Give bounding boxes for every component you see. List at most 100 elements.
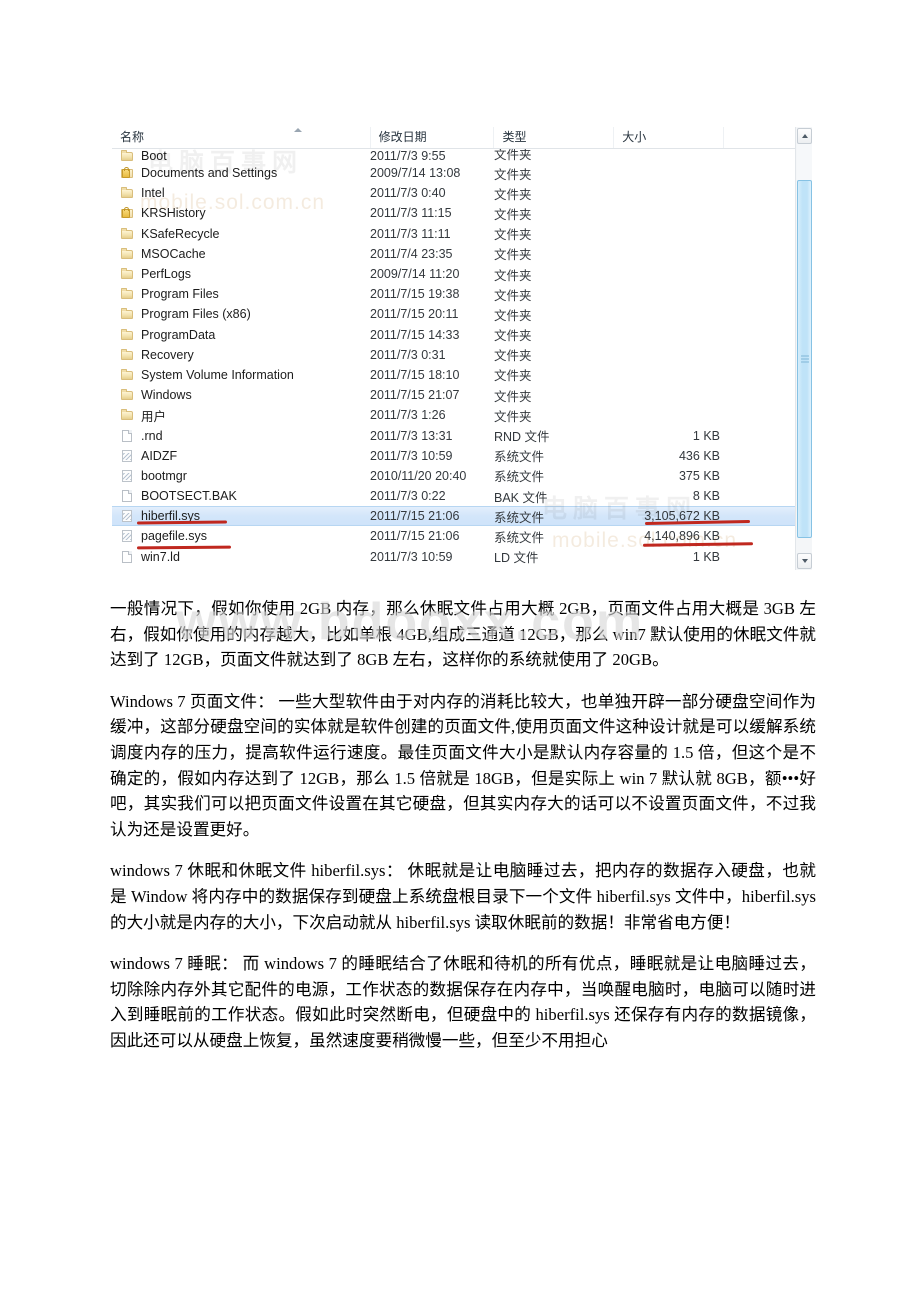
file-date-label: 2011/7/15 18:10 bbox=[370, 367, 460, 382]
folder-icon bbox=[120, 348, 135, 362]
file-date-label: 2011/7/3 0:40 bbox=[370, 186, 446, 201]
column-header-date[interactable]: 修改日期 bbox=[369, 127, 494, 148]
file-type-label: 文件夹 bbox=[494, 248, 532, 263]
file-date-label: 2011/7/3 0:22 bbox=[370, 489, 446, 504]
file-row-name-cell: pagefile.sys bbox=[112, 529, 370, 543]
file-row-name-cell: Program Files (x86) bbox=[112, 307, 370, 321]
file-row-name-cell: Documents and Settings bbox=[112, 166, 370, 180]
file-explorer-window: 电脑百事网 mobile.sol.com.cn 电脑百事网 mobile.sol… bbox=[112, 127, 812, 570]
lock-icon bbox=[124, 207, 129, 212]
paragraph: windows 7 睡眠： 而 windows 7 的睡眠结合了休眠和待机的所有… bbox=[110, 954, 816, 1050]
file-row[interactable]: Windows 2011/7/15 21:07 文件夹 bbox=[112, 385, 812, 405]
column-header-name-label: 名称 bbox=[120, 130, 145, 144]
file-name-label: BOOTSECT.BAK bbox=[141, 489, 237, 504]
scroll-down-button[interactable] bbox=[797, 553, 812, 569]
file-name-label: AIDZF bbox=[141, 448, 178, 463]
file-name-label: ProgramData bbox=[141, 327, 216, 342]
file-row[interactable]: bootmgr 2010/11/20 20:40 系统文件 375 KB bbox=[112, 466, 812, 486]
file-date-label: 2011/7/15 20:11 bbox=[370, 307, 459, 322]
file-date-label: 2009/7/14 13:08 bbox=[370, 166, 461, 181]
file-row[interactable]: Documents and Settings 2009/7/14 13:08 文件夹 bbox=[112, 163, 812, 183]
folder-icon bbox=[120, 227, 135, 241]
column-header-name[interactable]: 名称 bbox=[112, 127, 370, 148]
file-name-label: Recovery bbox=[141, 347, 194, 362]
file-row[interactable]: Program Files (x86) 2011/7/15 20:11 文件夹 bbox=[112, 304, 812, 324]
file-row-name-cell: Recovery bbox=[112, 348, 370, 362]
file-name-label: KRSHistory bbox=[141, 206, 206, 221]
file-date-label: 2010/11/20 20:40 bbox=[370, 468, 467, 483]
file-type-label: 系统文件 bbox=[494, 530, 545, 545]
file-row[interactable]: System Volume Information 2011/7/15 18:10… bbox=[112, 365, 812, 385]
system-file-icon bbox=[120, 509, 135, 523]
file-type-label: 系统文件 bbox=[494, 470, 545, 485]
file-row[interactable]: 用户 2011/7/3 1:26 文件夹 bbox=[112, 405, 812, 425]
file-name-label: Program Files (x86) bbox=[141, 307, 251, 322]
file-row-name-cell: win7.ld bbox=[112, 550, 370, 564]
file-name-label: bootmgr bbox=[141, 468, 187, 483]
file-row[interactable]: AIDZF 2011/7/3 10:59 系统文件 436 KB bbox=[112, 446, 812, 466]
file-row[interactable]: Boot 2011/7/3 9:55 文件夹 bbox=[112, 149, 812, 163]
scrollbar-track-top[interactable] bbox=[797, 144, 812, 180]
file-size-label: 375 KB bbox=[678, 468, 720, 483]
file-row-name-cell: bootmgr bbox=[112, 469, 370, 483]
scrollbar-grip-icon bbox=[801, 355, 809, 363]
file-row[interactable]: KSafeRecycle 2011/7/3 11:11 文件夹 bbox=[112, 224, 812, 244]
file-name-label: Program Files bbox=[141, 287, 219, 302]
file-row[interactable]: MSOCache 2011/7/4 23:35 文件夹 bbox=[112, 244, 812, 264]
file-name-label: pagefile.sys bbox=[141, 529, 208, 544]
file-row-name-cell: KSafeRecycle bbox=[112, 227, 370, 241]
scroll-up-arrow-icon bbox=[801, 134, 808, 138]
file-size-label: 1 KB bbox=[692, 428, 720, 443]
file-date-label: 2011/7/3 13:31 bbox=[370, 428, 453, 443]
folder-icon bbox=[120, 267, 135, 281]
scroll-down-arrow-icon bbox=[801, 559, 808, 563]
file-size-label: 1 KB bbox=[692, 549, 720, 564]
scroll-up-button[interactable] bbox=[797, 128, 812, 144]
vertical-scrollbar[interactable] bbox=[795, 127, 812, 570]
file-size-label: 8 KB bbox=[692, 489, 720, 504]
file-row[interactable]: PerfLogs 2009/7/14 11:20 文件夹 bbox=[112, 264, 812, 284]
file-type-label: 文件夹 bbox=[494, 268, 532, 283]
file-date-label: 2011/7/3 0:31 bbox=[370, 347, 446, 362]
file-name-label: Boot bbox=[141, 149, 167, 163]
folder-icon bbox=[120, 408, 135, 422]
file-type-label: 文件夹 bbox=[494, 167, 532, 182]
file-row[interactable]: win7.ld 2011/7/3 10:59 LD 文件 1 KB bbox=[112, 547, 812, 567]
scrollbar-thumb[interactable] bbox=[797, 180, 812, 538]
file-row[interactable]: Recovery 2011/7/3 0:31 文件夹 bbox=[112, 345, 812, 365]
column-header-type[interactable]: 类型 bbox=[493, 127, 613, 148]
folder-icon bbox=[120, 287, 135, 301]
file-type-label: 文件夹 bbox=[494, 329, 532, 344]
file-date-label: 2011/7/3 9:55 bbox=[370, 149, 446, 163]
file-row-name-cell: System Volume Information bbox=[112, 368, 370, 382]
file-row[interactable]: Intel 2011/7/3 0:40 文件夹 bbox=[112, 183, 812, 203]
file-date-label: 2011/7/3 10:59 bbox=[370, 549, 453, 564]
file-row[interactable]: Program Files 2011/7/15 19:38 文件夹 bbox=[112, 284, 812, 304]
file-date-label: 2011/7/3 10:59 bbox=[370, 448, 453, 463]
file-name-label: Intel bbox=[141, 186, 165, 201]
file-type-label: 文件夹 bbox=[494, 349, 532, 364]
file-list[interactable]: Boot 2011/7/3 9:55 文件夹 Documents and Settin… bbox=[112, 149, 812, 570]
file-name-label: PerfLogs bbox=[141, 267, 192, 282]
file-name-label: 用户 bbox=[141, 409, 167, 424]
file-date-label: 2009/7/14 11:20 bbox=[370, 267, 460, 282]
file-row-name-cell: AIDZF bbox=[112, 449, 370, 463]
file-name-label: MSOCache bbox=[141, 246, 206, 261]
file-row[interactable]: KRSHistory 2011/7/3 11:15 文件夹 bbox=[112, 203, 812, 223]
column-header-size[interactable]: 大小 bbox=[613, 127, 723, 148]
file-name-label: Documents and Settings bbox=[141, 166, 278, 181]
document-icon bbox=[120, 429, 135, 443]
file-row[interactable]: ProgramData 2011/7/15 14:33 文件夹 bbox=[112, 325, 812, 345]
file-row[interactable]: .rnd 2011/7/3 13:31 RND 文件 1 KB bbox=[112, 425, 812, 445]
file-name-label: win7.ld bbox=[141, 549, 180, 564]
file-type-label: 系统文件 bbox=[494, 450, 545, 465]
document-icon bbox=[120, 550, 135, 564]
file-type-label: 文件夹 bbox=[494, 389, 532, 404]
file-row-name-cell: MSOCache bbox=[112, 247, 370, 261]
file-name-label: KSafeRecycle bbox=[141, 226, 220, 241]
system-file-icon bbox=[120, 449, 135, 463]
file-type-label: 文件夹 bbox=[494, 288, 532, 303]
system-file-icon bbox=[120, 469, 135, 483]
folder-icon bbox=[120, 247, 135, 261]
file-row[interactable]: BOOTSECT.BAK 2011/7/3 0:22 BAK 文件 8 KB bbox=[112, 486, 812, 506]
